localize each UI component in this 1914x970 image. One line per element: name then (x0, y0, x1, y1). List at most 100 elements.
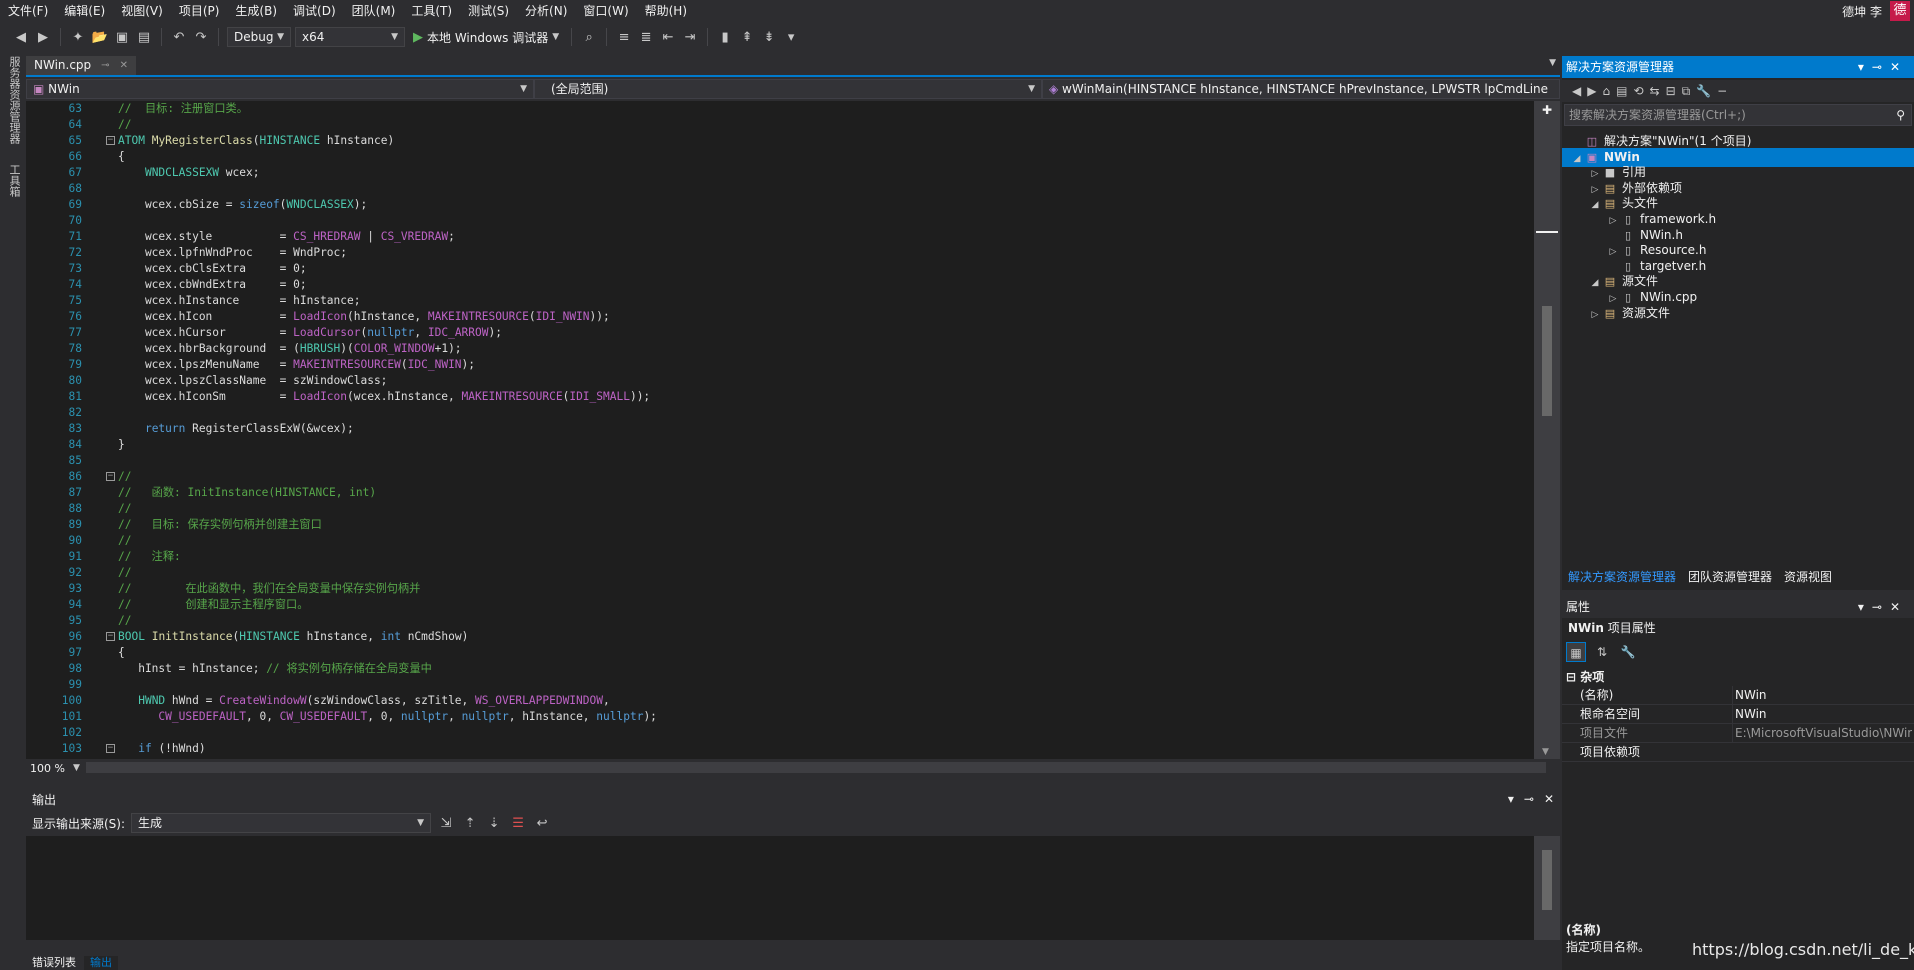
split-icon[interactable]: ✚ (1542, 103, 1552, 117)
menu-item[interactable]: 视图(V) (113, 0, 171, 22)
collapse-icon[interactable]: − (106, 744, 115, 753)
tree-item[interactable]: ▷ ▤ 资源文件 (1562, 304, 1914, 323)
bottom-tab[interactable]: 错误列表 (26, 956, 82, 970)
output-source-select[interactable]: 生成 ▼ (131, 813, 432, 833)
format-icon[interactable]: ≡ (615, 28, 633, 46)
code-line[interactable]: 68 (26, 181, 1534, 197)
sync-icon[interactable]: ⇆ (1650, 84, 1660, 98)
code-line[interactable]: 76 wcex.hIcon = LoadIcon(hInstance, MAKE… (26, 309, 1534, 325)
property-row[interactable]: 项目依赖项 (1562, 743, 1914, 762)
window-menu-icon[interactable]: ▾ (1508, 792, 1514, 806)
bottom-tab[interactable]: 输出 (84, 956, 118, 970)
code-line[interactable]: 63 // 目标: 注册窗口类。 (26, 101, 1534, 117)
pin-icon[interactable]: ⊸ (1524, 792, 1534, 806)
menu-item[interactable]: 测试(S) (460, 0, 517, 22)
output-vertical-scrollbar[interactable] (1534, 836, 1560, 940)
code-line[interactable]: 70 (26, 213, 1534, 229)
previous-bookmark-icon[interactable]: ⇞ (738, 28, 756, 46)
save-all-icon[interactable]: ▤ (135, 28, 153, 46)
scrollbar-thumb[interactable] (1542, 850, 1552, 910)
chevron-down-icon[interactable]: ▼ (73, 763, 80, 773)
forward-icon[interactable]: ▶ (1587, 84, 1596, 98)
close-icon[interactable]: ✕ (1544, 792, 1554, 806)
property-row[interactable]: 项目文件 E:\MicrosoftVisualStudio\NWin (1562, 724, 1914, 743)
solution-search-input[interactable]: 搜索解决方案资源管理器(Ctrl+;) ⚲ (1564, 104, 1912, 126)
code-line[interactable]: 99 (26, 677, 1534, 693)
code-line[interactable]: 75 wcex.hInstance = hInstance; (26, 293, 1534, 309)
code-line[interactable]: 66 { (26, 149, 1534, 165)
close-icon[interactable]: ✕ (120, 56, 128, 75)
code-line[interactable]: 81 wcex.hIconSm = LoadIcon(wcex.hInstanc… (26, 389, 1534, 405)
indent-icon[interactable]: ⇥ (681, 28, 699, 46)
code-line[interactable]: 88 // (26, 501, 1534, 517)
menu-item[interactable]: 团队(M) (344, 0, 404, 22)
alphabetical-icon[interactable]: ⇅ (1592, 642, 1612, 662)
menu-item[interactable]: 文件(F) (0, 0, 56, 22)
bookmark-icon[interactable]: ▮ (716, 28, 734, 46)
back-icon[interactable]: ◀ (12, 28, 30, 46)
window-menu-icon[interactable]: ▾ (1858, 60, 1872, 74)
code-line[interactable]: 93 // 在此函数中，我们在全局变量中保存实例句柄并 (26, 581, 1534, 597)
categorized-icon[interactable]: ▦ (1566, 642, 1586, 662)
code-line[interactable]: 91 // 注释: (26, 549, 1534, 565)
code-line[interactable]: 95 // (26, 613, 1534, 629)
show-all-files-icon[interactable]: ⧉ (1682, 84, 1691, 99)
collapse-icon[interactable]: − (106, 136, 115, 145)
scrollbar-thumb[interactable] (1542, 306, 1552, 416)
code-line[interactable]: 79 wcex.lpszMenuName = MAKEINTRESOURCEW(… (26, 357, 1534, 373)
menu-item[interactable]: 调试(D) (285, 0, 344, 22)
code-line[interactable]: 96 − BOOL InitInstance(HINSTANCE hInstance… (26, 629, 1534, 645)
find-in-files-icon[interactable]: ⌕ (580, 28, 598, 46)
code-line[interactable]: 85 (26, 453, 1534, 469)
menu-item[interactable]: 项目(P) (171, 0, 228, 22)
menu-item[interactable]: 生成(B) (227, 0, 285, 22)
scope-nav-select[interactable]: (全局范围) ▼ (534, 79, 1042, 99)
switch-views-icon[interactable]: ▤ (1616, 84, 1627, 98)
menu-item[interactable]: 窗口(W) (575, 0, 636, 22)
word-wrap-icon[interactable]: ↩ (533, 814, 551, 832)
output-text-area[interactable] (26, 836, 1534, 940)
expander-icon[interactable]: ▷ (1588, 306, 1602, 325)
open-file-icon[interactable]: 📂 (91, 28, 109, 46)
code-line[interactable]: 65 − ATOM MyRegisterClass(HINSTANCE hInsta… (26, 133, 1534, 149)
outdent-icon[interactable]: ⇤ (659, 28, 677, 46)
undo-icon[interactable]: ↶ (170, 28, 188, 46)
code-editor[interactable]: 63// 目标: 注册窗口类。 64//65− ATOM MyRegisterCla… (26, 101, 1534, 759)
previous-message-icon[interactable]: ⇡ (461, 814, 479, 832)
solution-panel-tab[interactable]: 资源视图 (1778, 566, 1838, 588)
preview-icon[interactable]: − (1717, 84, 1727, 98)
code-line[interactable]: 90 // (26, 533, 1534, 549)
code-line[interactable]: 64 // (26, 117, 1534, 133)
server-explorer-tab[interactable]: 服务器资源管理器 (6, 56, 22, 144)
code-line[interactable]: 102 (26, 725, 1534, 741)
code-line[interactable]: 78 wcex.hbrBackground = (HBRUSH)(COLOR_W… (26, 341, 1534, 357)
forward-icon[interactable]: ▶ (34, 28, 52, 46)
menu-item[interactable]: 帮助(H) (637, 0, 695, 22)
code-line[interactable]: 89 // 目标: 保存实例句柄并创建主窗口 (26, 517, 1534, 533)
property-value[interactable]: NWin (1732, 686, 1912, 705)
pin-icon[interactable]: ⊸ (1872, 600, 1890, 614)
function-nav-select[interactable]: ◈ wWinMain(HINSTANCE hInstance, HINSTANC… (1042, 79, 1560, 99)
new-project-icon[interactable]: ✦ (69, 28, 87, 46)
property-pages-icon[interactable]: 🔧 (1618, 642, 1638, 662)
save-icon[interactable]: ▣ (113, 28, 131, 46)
platform-select[interactable]: x64 ▼ (295, 27, 405, 47)
project-nav-select[interactable]: ▣ NWin ▼ (26, 79, 534, 99)
code-line[interactable]: 100 HWND hWnd = CreateWindowW(szWindowCl… (26, 693, 1534, 709)
code-line[interactable]: 101 CW_USEDEFAULT, 0, CW_USEDEFAULT, 0, … (26, 709, 1534, 725)
code-line[interactable]: 67 WNDCLASSEXW wcex; (26, 165, 1534, 181)
property-row[interactable]: 根命名空间 NWin (1562, 705, 1914, 724)
code-line[interactable]: 87 // 函数: InitInstance(HINSTANCE, int) (26, 485, 1534, 501)
redo-icon[interactable]: ↷ (192, 28, 210, 46)
code-line[interactable]: 84} (26, 437, 1534, 453)
configuration-select[interactable]: Debug ▼ (227, 27, 291, 47)
properties-object-select[interactable]: NWin 项目属性 (1564, 618, 1912, 638)
pending-changes-icon[interactable]: ⟲ (1633, 84, 1643, 98)
window-menu-icon[interactable]: ▾ (1858, 600, 1872, 614)
collapse-all-icon[interactable]: ⊟ (1666, 84, 1676, 98)
close-icon[interactable]: ✕ (1890, 600, 1908, 614)
collapse-icon[interactable]: − (106, 472, 115, 481)
code-line[interactable]: 97 { (26, 645, 1534, 661)
solution-panel-tab[interactable]: 团队资源管理器 (1682, 566, 1778, 588)
next-message-icon[interactable]: ⇣ (485, 814, 503, 832)
